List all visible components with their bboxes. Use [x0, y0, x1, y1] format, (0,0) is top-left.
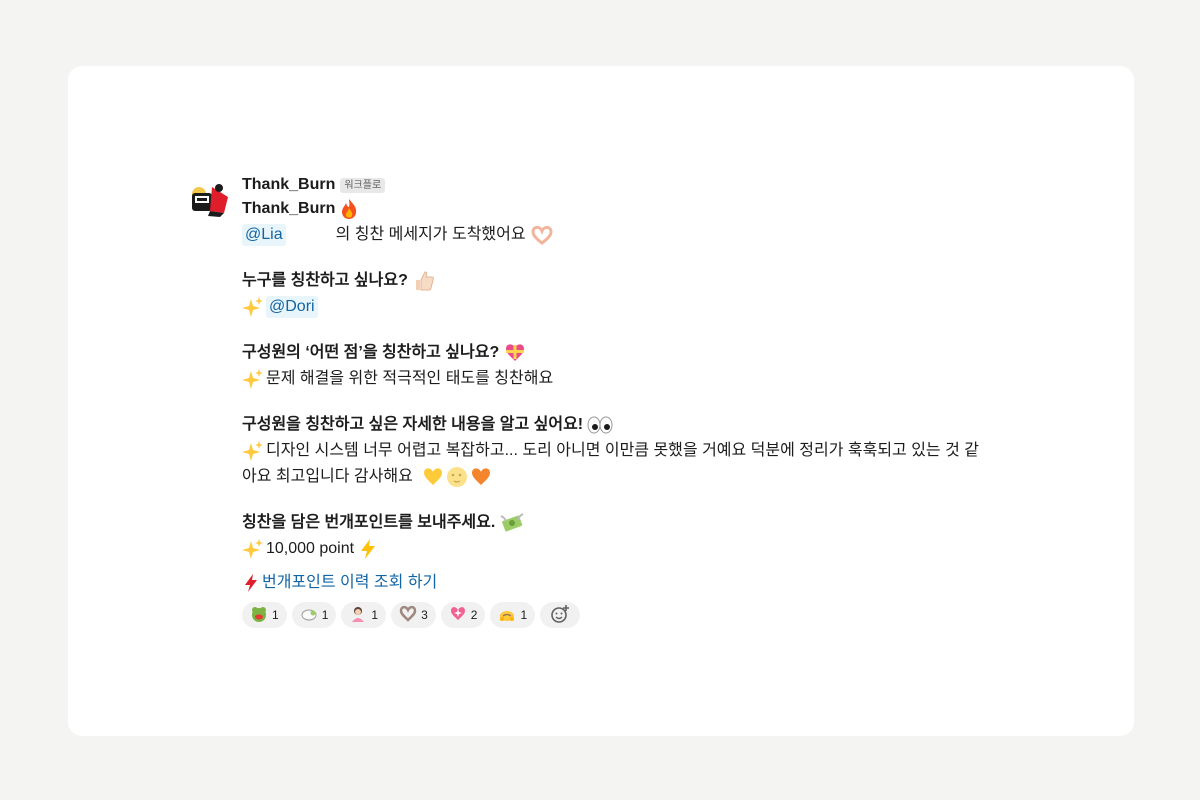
- question-1: 누구를 칭찬하고 싶나요?: [242, 268, 990, 294]
- bowing-face-icon: [498, 605, 516, 626]
- recipient-mention[interactable]: @Lia: [242, 224, 286, 246]
- reaction-pill[interactable]: 1: [490, 602, 536, 628]
- sparkles-icon: [242, 440, 264, 462]
- answer-3: 디자인 시스템 너무 어렵고 복잡하고... 도리 아니면 이만큼 못했을 거예…: [242, 438, 990, 490]
- intro-row: @Lia 의 칭찬 메세지가 도착했어요: [242, 222, 990, 248]
- money-with-wings-icon: [499, 512, 525, 534]
- lightning-icon: [358, 538, 378, 560]
- lamb-icon: [300, 605, 318, 626]
- reaction-pill[interactable]: 3: [391, 602, 436, 628]
- orange-heart-icon: [469, 466, 493, 488]
- answer-4: 10,000 point: [242, 536, 990, 562]
- sender-name[interactable]: Thank_Burn: [242, 176, 335, 194]
- question-3: 구성원을 칭찬하고 싶은 자세한 내용을 알고 싶어요!: [242, 412, 990, 438]
- reaction-pill[interactable]: 1: [242, 602, 287, 628]
- message-title: Thank_Burn: [242, 200, 336, 217]
- dori-mention[interactable]: @Dori: [266, 296, 318, 318]
- question-2: 구성원의 ‘어떤 점’을 칭찬하고 싶나요?: [242, 340, 990, 366]
- sparkles-icon: [242, 538, 264, 560]
- intro-text: 의 칭찬 메세지가 도착했어요: [335, 226, 526, 243]
- history-link[interactable]: 번개포인트 이력 조회 하기: [262, 570, 437, 596]
- person-bowing-icon: [349, 605, 367, 626]
- message: Thank_Burn 워크플로 Thank_Burn @Lia 의 칭찬 메세지…: [190, 174, 990, 628]
- answer-2: 문제 해결을 위한 적극적인 태도를 칭찬해요: [242, 366, 990, 392]
- eyes-icon: [587, 415, 613, 435]
- question-4: 칭찬을 담은 번개포인트를 보내주세요.: [242, 510, 990, 536]
- reaction-pill[interactable]: 2: [440, 602, 486, 628]
- thumbs-up-icon: [412, 269, 436, 293]
- add-reaction-button[interactable]: [540, 602, 581, 628]
- reaction-pill[interactable]: 1: [341, 602, 387, 628]
- history-link-row[interactable]: 번개포인트 이력 조회 하기: [242, 570, 990, 596]
- sparkling-heart-icon: [449, 605, 467, 626]
- heart-hands-icon: [530, 225, 554, 245]
- heart-with-ribbon-icon: [503, 342, 527, 364]
- answer-1: @Dori: [242, 294, 990, 320]
- sparkles-icon: [242, 368, 264, 390]
- reaction-bar: 1 1 1 3 2 1: [242, 602, 990, 628]
- red-lightning-icon: [242, 573, 260, 593]
- message-card: Thank_Burn 워크플로 Thank_Burn @Lia 의 칭찬 메세지…: [68, 66, 1134, 736]
- frog-icon: [250, 605, 268, 626]
- reaction-pill[interactable]: 1: [291, 602, 337, 628]
- moon-face-icon: [446, 466, 468, 488]
- fire-icon: [339, 198, 359, 220]
- heart-hands-icon: [399, 605, 417, 626]
- sparkles-icon: [242, 296, 264, 318]
- message-title-row: Thank_Burn: [242, 196, 990, 222]
- app-badge: 워크플로: [340, 177, 386, 193]
- add-emoji-icon: [550, 604, 570, 627]
- app-avatar[interactable]: [190, 177, 232, 219]
- bot-avatar-icon: [192, 184, 228, 217]
- yellow-heart-icon: [421, 466, 445, 488]
